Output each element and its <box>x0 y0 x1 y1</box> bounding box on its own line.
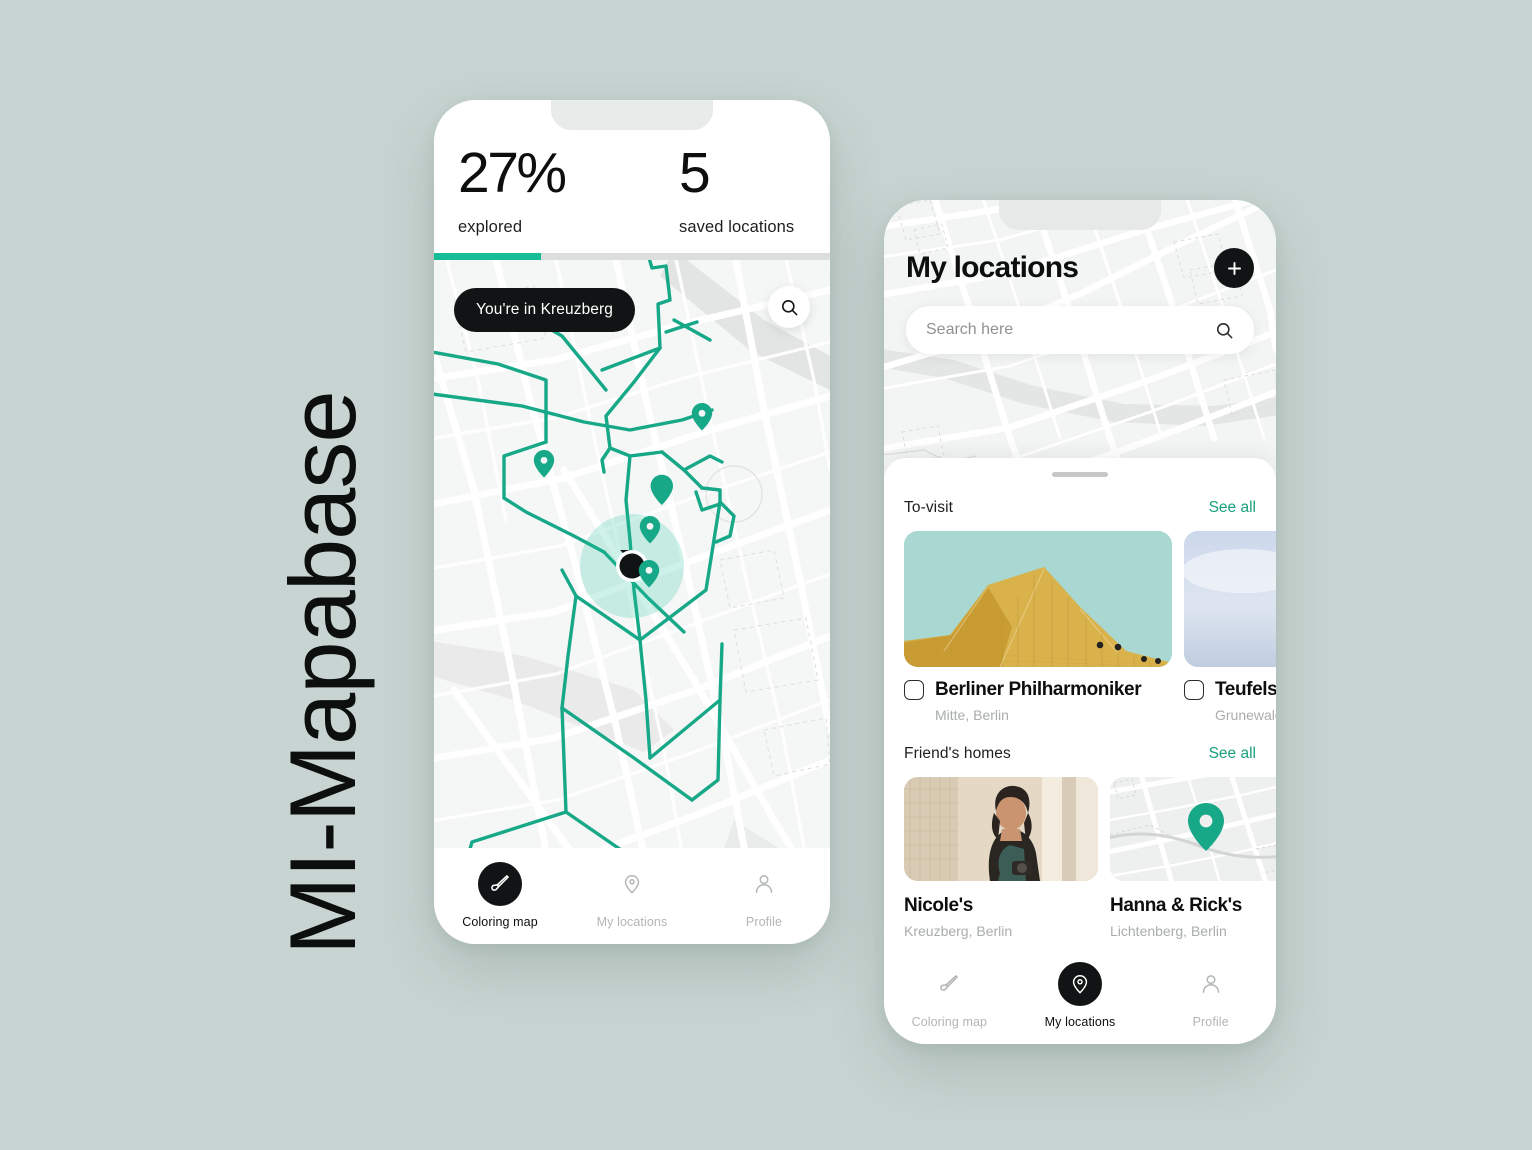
nav-item-profile[interactable]: Profile <box>1145 962 1276 1029</box>
card-name: Nicole's <box>904 895 973 916</box>
card-photo-philharmonie <box>904 531 1172 667</box>
to-visit-checkbox[interactable] <box>904 680 924 700</box>
map-pin-icon <box>624 875 640 894</box>
sheet-drag-handle[interactable] <box>1052 472 1108 477</box>
nav-label: Coloring map <box>911 1015 988 1029</box>
photo-illustration <box>904 777 1098 881</box>
brand-title: MI-Mapabase <box>270 391 375 955</box>
section-title: Friend's homes <box>904 745 1011 762</box>
section-to-visit: To-visit See all Berliner Philharmoniker… <box>884 499 1276 723</box>
locations-sheet: To-visit See all Berliner Philharmoniker… <box>884 458 1276 948</box>
saved-value: 5 <box>679 141 711 205</box>
card-photo-minimap <box>1110 777 1276 881</box>
nav-icon-wrap <box>610 862 654 906</box>
explored-label: explored <box>458 218 523 236</box>
current-neighborhood-pill: You're in Kreuzberg <box>454 288 635 332</box>
phone-notch <box>551 100 713 130</box>
search-icon <box>781 299 797 315</box>
explored-value: 27% <box>458 141 567 205</box>
coloring-map[interactable]: You're in Kreuzberg <box>434 260 830 944</box>
phone-coloring-map: 27% explored 5 saved locations You're in… <box>434 100 830 944</box>
stat-saved-locations: 5 saved locations <box>679 145 794 237</box>
card-subtitle: Grunewald, Berlin <box>1215 707 1276 723</box>
see-all-link-to-visit[interactable]: See all <box>1209 499 1256 517</box>
bottom-nav-phone-one: Coloring map My locations Profile <box>434 848 830 944</box>
bottom-nav-phone-two: Coloring map My locations Profile <box>884 948 1276 1044</box>
card-subtitle: Kreuzberg, Berlin <box>904 923 1013 939</box>
phone-my-locations: My locations Search here To-visit See al… <box>884 200 1276 1044</box>
card-photo-nicole <box>904 777 1098 881</box>
saved-label: saved locations <box>679 218 795 236</box>
card-subtitle: Mitte, Berlin <box>935 707 1009 723</box>
explored-progress-fill <box>434 253 541 260</box>
canvas: MI-Mapabase 27% explored 5 saved locatio… <box>0 0 1532 1150</box>
search-icon[interactable] <box>1215 321 1234 340</box>
nav-item-profile[interactable]: Profile <box>698 862 830 929</box>
mini-map-illustration <box>1110 777 1276 881</box>
add-location-button[interactable] <box>1214 248 1254 288</box>
card-name: Teufelsberg <box>1215 679 1276 700</box>
friend-home-card[interactable]: Nicole's Kreuzberg, Berlin <box>904 777 1098 939</box>
header-row: My locations <box>906 248 1254 288</box>
section-title: To-visit <box>904 499 954 516</box>
photo-illustration <box>1184 531 1276 667</box>
nav-label: My locations <box>1044 1015 1116 1029</box>
plus-icon <box>1227 261 1241 275</box>
user-icon <box>755 875 773 893</box>
explored-progress-track <box>434 253 830 260</box>
stat-explored: 27% explored <box>458 141 567 237</box>
nav-label: Coloring map <box>462 915 538 929</box>
card-photo-teufelsberg <box>1184 531 1276 667</box>
nav-icon-wrap <box>1058 962 1102 1006</box>
nav-label: My locations <box>596 915 668 929</box>
search-bar[interactable] <box>906 306 1254 354</box>
see-all-link-friends-homes[interactable]: See all <box>1209 745 1256 763</box>
nav-item-coloring-map[interactable]: Coloring map <box>884 962 1015 1029</box>
nav-icon-wrap <box>1189 962 1233 1006</box>
map-pin-icon <box>1072 975 1088 994</box>
nav-item-my-locations[interactable]: My locations <box>566 862 698 929</box>
to-visit-card[interactable]: Teufelsberg Grunewald, Berlin <box>1184 531 1276 723</box>
to-visit-checkbox[interactable] <box>1184 680 1204 700</box>
friend-home-card[interactable]: Hanna & Rick's Lichtenberg, Berlin <box>1110 777 1276 939</box>
paintbrush-icon <box>940 975 959 991</box>
nav-icon-wrap <box>478 862 522 906</box>
user-icon <box>1202 975 1219 993</box>
paintbrush-icon <box>491 875 509 891</box>
nav-item-coloring-map[interactable]: Coloring map <box>434 862 566 929</box>
nav-icon-wrap <box>742 862 786 906</box>
card-name: Berliner Philharmoniker <box>935 679 1142 700</box>
section-header: Friend's homes See all <box>904 745 1256 763</box>
phone-notch <box>999 200 1161 230</box>
nav-item-my-locations[interactable]: My locations <box>1015 962 1146 1029</box>
photo-illustration <box>904 531 1172 667</box>
section-friends-homes: Friend's homes See all Nicole's Kreuzber… <box>884 745 1276 939</box>
card-subtitle: Lichtenberg, Berlin <box>1110 923 1227 939</box>
section-header: To-visit See all <box>904 499 1256 517</box>
map-search-button[interactable] <box>768 286 810 328</box>
to-visit-card[interactable]: Berliner Philharmoniker Mitte, Berlin <box>904 531 1172 723</box>
card-name: Hanna & Rick's <box>1110 895 1242 916</box>
nav-label: Profile <box>1192 1015 1229 1029</box>
map-canvas <box>434 260 830 944</box>
card-title-row: Teufelsberg <box>1184 679 1276 701</box>
locations-map-backdrop[interactable]: My locations <box>884 200 1276 500</box>
to-visit-card-rail[interactable]: Berliner Philharmoniker Mitte, Berlin Te… <box>904 531 1276 723</box>
card-title-row: Berliner Philharmoniker <box>904 679 1172 701</box>
search-input[interactable] <box>926 321 1215 339</box>
page-title: My locations <box>906 251 1079 284</box>
nav-icon-wrap <box>927 962 971 1006</box>
friends-homes-card-rail[interactable]: Nicole's Kreuzberg, Berlin Hanna & Rick'… <box>904 777 1276 939</box>
nav-label: Profile <box>745 915 783 929</box>
